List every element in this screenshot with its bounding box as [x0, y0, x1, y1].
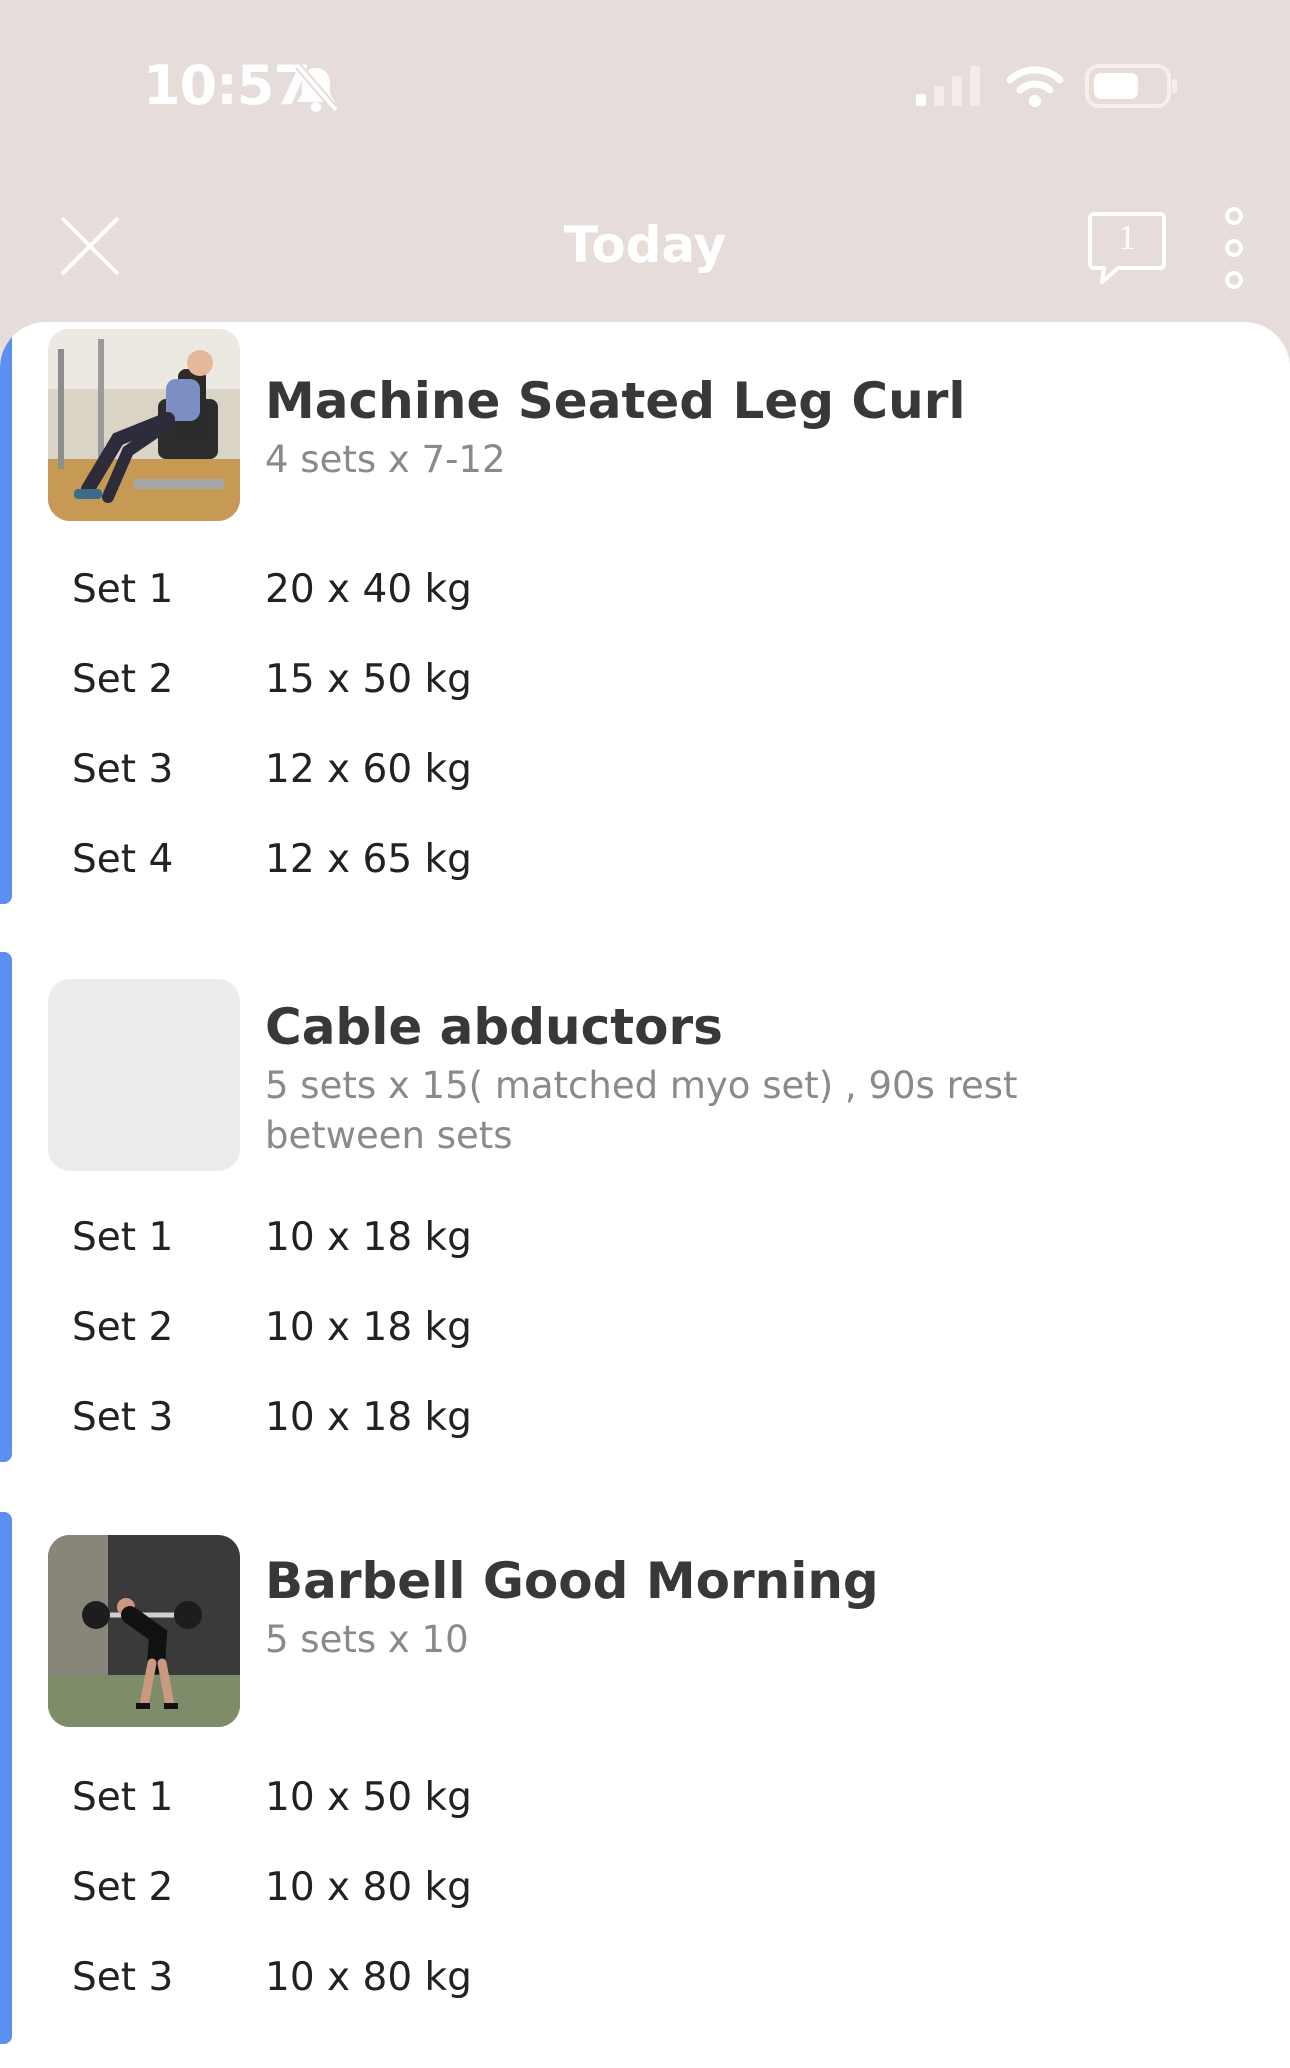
- set-row[interactable]: Set 4 12 x 65 kg: [0, 837, 1290, 897]
- set-label: Set 4: [72, 837, 174, 882]
- set-value: 12 x 60 kg: [265, 747, 472, 792]
- leg-curl-image: [48, 329, 240, 521]
- set-label: Set 2: [72, 657, 174, 702]
- set-value: 20 x 40 kg: [265, 567, 472, 612]
- set-row[interactable]: Set 2 10 x 80 kg: [0, 1865, 1290, 1925]
- set-label: Set 1: [72, 1215, 174, 1260]
- exercise-card[interactable]: Cable abductors 5 sets x 15( matched myo…: [0, 952, 1290, 1462]
- set-value: 12 x 65 kg: [265, 837, 472, 882]
- top-navigation: Today 1: [0, 190, 1290, 300]
- set-row[interactable]: Set 3 10 x 80 kg: [0, 1955, 1290, 2015]
- comment-count-badge: 1: [1118, 217, 1136, 257]
- set-row[interactable]: Set 1 10 x 18 kg: [0, 1215, 1290, 1275]
- set-label: Set 3: [72, 1395, 174, 1440]
- set-row[interactable]: Set 3 10 x 18 kg: [0, 1395, 1290, 1455]
- status-bar: 10:57: [0, 0, 1290, 170]
- set-row[interactable]: Set 1 20 x 40 kg: [0, 567, 1290, 627]
- set-label: Set 1: [72, 1775, 174, 1820]
- exercise-accent-bar: [0, 952, 12, 1462]
- set-value: 10 x 80 kg: [265, 1865, 472, 1910]
- set-label: Set 2: [72, 1305, 174, 1350]
- battery-icon: [1085, 64, 1177, 108]
- set-label: Set 3: [72, 747, 174, 792]
- set-row[interactable]: Set 1 10 x 50 kg: [0, 1775, 1290, 1835]
- set-value: 10 x 80 kg: [265, 1955, 472, 2000]
- set-label: Set 3: [72, 1955, 174, 2000]
- exercise-prescription: 5 sets x 15( matched myo set) , 90s rest…: [265, 1064, 1018, 1157]
- exercise-thumbnail[interactable]: [48, 329, 240, 521]
- set-row[interactable]: Set 2 15 x 50 kg: [0, 657, 1290, 717]
- exercise-prescription: 4 sets x 7-12: [265, 438, 506, 481]
- set-row[interactable]: Set 2 10 x 18 kg: [0, 1305, 1290, 1365]
- exercise-card[interactable]: Machine Seated Leg Curl 4 sets x 7-12 Se…: [0, 322, 1290, 907]
- exercise-name: Machine Seated Leg Curl: [265, 372, 966, 430]
- set-value: 10 x 18 kg: [265, 1305, 472, 1350]
- set-label: Set 2: [72, 1865, 174, 1910]
- exercise-card[interactable]: Barbell Good Morning 5 sets x 10 Set 1 1…: [0, 1512, 1290, 2047]
- set-value: 15 x 50 kg: [265, 657, 472, 702]
- more-vertical-icon[interactable]: [1218, 206, 1250, 290]
- set-label: Set 1: [72, 567, 174, 612]
- set-row[interactable]: Set 3 12 x 60 kg: [0, 747, 1290, 807]
- bell-slash-icon: [294, 63, 340, 113]
- exercise-name: Barbell Good Morning: [265, 1552, 879, 1610]
- exercise-prescription: 5 sets x 10: [265, 1618, 469, 1661]
- status-time: 10:57: [143, 54, 311, 117]
- wifi-icon: [1006, 66, 1064, 107]
- set-value: 10 x 18 kg: [265, 1395, 472, 1440]
- exercise-thumbnail[interactable]: [48, 1535, 240, 1727]
- exercise-thumbnail-placeholder[interactable]: [48, 979, 240, 1171]
- set-value: 10 x 18 kg: [265, 1215, 472, 1260]
- good-morning-image: [48, 1535, 240, 1727]
- workout-sheet: Machine Seated Leg Curl 4 sets x 7-12 Se…: [0, 322, 1290, 2068]
- cellular-signal-icon: [916, 66, 980, 106]
- set-value: 10 x 50 kg: [265, 1775, 472, 1820]
- exercise-name: Cable abductors: [265, 998, 723, 1056]
